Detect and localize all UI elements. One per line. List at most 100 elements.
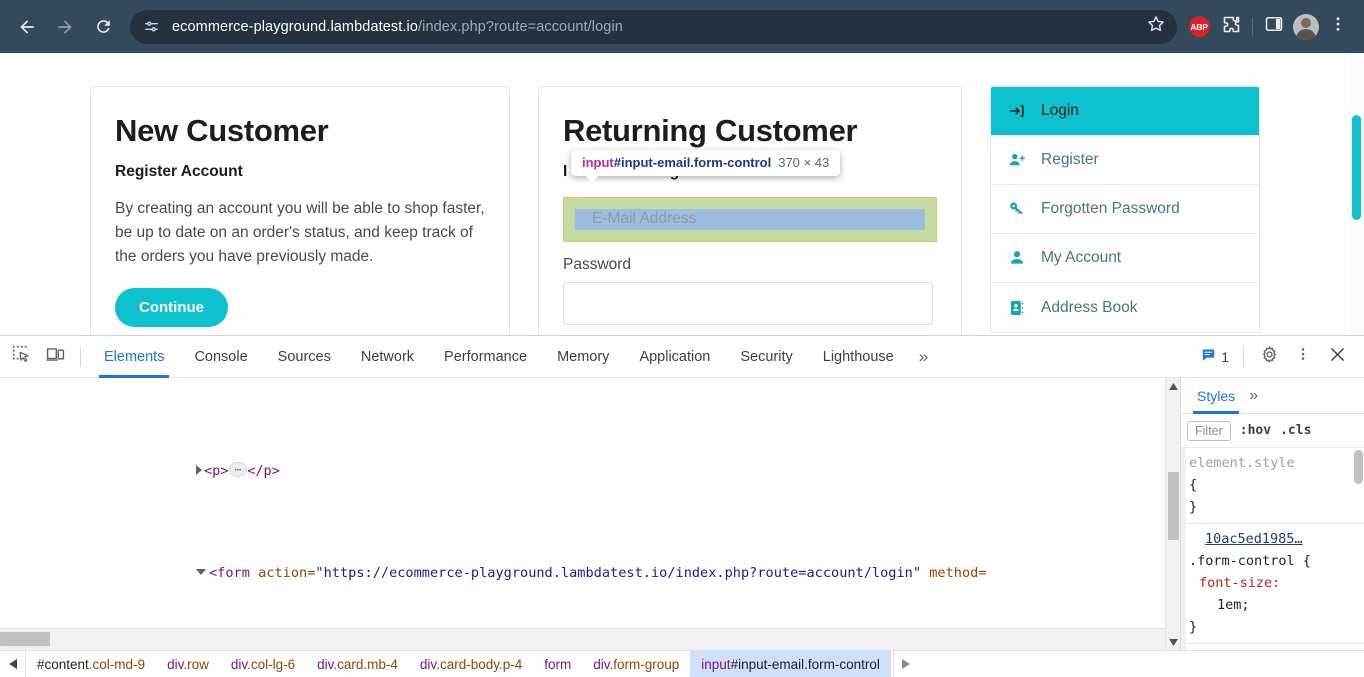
- breadcrumb-item-content[interactable]: #content.col-md-9: [26, 651, 156, 677]
- style-close-brace: }: [1189, 496, 1356, 518]
- back-button[interactable]: [10, 10, 44, 44]
- tab-network[interactable]: Network: [346, 336, 429, 378]
- style-source-link[interactable]: 10ac5ed1985…: [1189, 528, 1356, 550]
- sidebar-label-my-account: My Account: [1041, 249, 1121, 267]
- returning-customer-card: Returning Customer I am a returning cust…: [538, 86, 962, 335]
- devtools-more-button[interactable]: [1286, 342, 1320, 372]
- password-input[interactable]: [563, 282, 933, 325]
- tab-styles[interactable]: Styles: [1189, 378, 1243, 414]
- address-bar[interactable]: ecommerce-playground.lambdatest.io/index…: [130, 10, 1177, 44]
- side-panel-icon: [1264, 14, 1284, 39]
- collapsed-content-icon[interactable]: ⋯: [229, 462, 248, 477]
- tab-memory[interactable]: Memory: [542, 336, 624, 378]
- dom-tree-scroll: <p>⋯</p> <form action="https://ecommerce…: [0, 378, 1165, 628]
- reload-icon: [94, 17, 113, 36]
- tab-elements[interactable]: Elements: [89, 336, 179, 378]
- inspector-tooltip: input#input-email.form-control370 × 43: [571, 150, 840, 176]
- breadcrumb-item-col-lg-6[interactable]: div.col-lg-6: [220, 651, 306, 677]
- breadcrumb-item-row[interactable]: div.row: [156, 651, 220, 677]
- register-account-subtitle: Register Account: [115, 163, 485, 181]
- styles-pane: Styles » Filter :hov .cls element.style …: [1180, 378, 1364, 650]
- style-rule-next[interactable]: 10ac5ed1985…: [1181, 644, 1364, 650]
- extensions-button[interactable]: [1215, 11, 1247, 43]
- dom-hscroll-thumb[interactable]: [0, 632, 50, 646]
- hover-state-toggle[interactable]: :hov: [1240, 423, 1271, 438]
- inspect-element-button[interactable]: [4, 342, 38, 372]
- breadcrumb-item-card[interactable]: div.card.mb-4: [306, 651, 409, 677]
- dom-line-p[interactable]: <p>⋯</p>: [0, 459, 1165, 485]
- dom-vscroll-thumb[interactable]: [1168, 472, 1179, 540]
- console-message-icon: [1201, 347, 1216, 367]
- browser-menu-button[interactable]: [1322, 11, 1354, 43]
- email-input[interactable]: E-Mail Address: [575, 209, 925, 230]
- sidebar-item-forgotten-password[interactable]: Forgotten Password: [991, 185, 1259, 234]
- styles-filter-input[interactable]: Filter: [1187, 421, 1231, 441]
- scroll-up-arrow-icon[interactable]: [1166, 378, 1181, 394]
- page-title: New Customer: [115, 113, 485, 149]
- style-rule-element[interactable]: element.style { }: [1181, 448, 1364, 524]
- breadcrumb-item-form-group[interactable]: div.form-group: [582, 651, 690, 677]
- inspect-element-icon: [12, 345, 31, 369]
- forward-arrow-icon: [55, 17, 75, 37]
- style-prop-font-size[interactable]: font-size:: [1189, 572, 1356, 594]
- dom-horizontal-scrollbar[interactable]: [0, 628, 1165, 650]
- continue-button[interactable]: Continue: [115, 288, 228, 327]
- tab-sources[interactable]: Sources: [263, 336, 346, 378]
- tab-console[interactable]: Console: [179, 336, 262, 378]
- breadcrumb-scroll-left[interactable]: [0, 651, 26, 677]
- profile-button[interactable]: [1290, 11, 1322, 43]
- style-source-link-2[interactable]: 10ac5ed1985…: [1189, 648, 1356, 650]
- sidebar-item-address-book[interactable]: Address Book: [991, 283, 1259, 332]
- style-selector-form-control[interactable]: .form-control {: [1189, 550, 1356, 572]
- returning-customer-title: Returning Customer: [563, 113, 937, 149]
- style-rule-form-control[interactable]: 10ac5ed1985… .form-control { font-size: …: [1181, 524, 1364, 644]
- tab-security[interactable]: Security: [725, 336, 807, 378]
- three-dot-menu-icon: [1329, 15, 1347, 38]
- site-settings-icon[interactable]: [138, 14, 164, 40]
- new-customer-body: New Customer Register Account By creatin…: [91, 87, 509, 335]
- side-panel-button[interactable]: [1258, 11, 1290, 43]
- address-book-icon: [1008, 299, 1030, 317]
- styles-scrollbar-thumb[interactable]: [1354, 450, 1363, 484]
- tabbar-divider-2: [1243, 347, 1244, 367]
- extensions-puzzle-icon: [1221, 14, 1242, 40]
- page-scrollbar-thumb[interactable]: [1352, 115, 1361, 220]
- styles-more-tabs-icon[interactable]: »: [1249, 387, 1258, 405]
- tab-lighthouse[interactable]: Lighthouse: [808, 336, 909, 378]
- tabbar-divider: [80, 347, 81, 367]
- forward-button[interactable]: [48, 10, 82, 44]
- sidebar-item-register[interactable]: Register: [991, 136, 1259, 185]
- console-message-count[interactable]: 1: [1201, 347, 1229, 367]
- breadcrumb-item-input-email[interactable]: input#input-email.form-control: [690, 651, 891, 677]
- devtools-settings-button[interactable]: [1252, 342, 1286, 372]
- breadcrumb-item-card-body[interactable]: div.card-body.p-4: [409, 651, 533, 677]
- email-input-placeholder: E-Mail Address: [592, 210, 696, 228]
- dom-line-form[interactable]: <form action="https://ecommerce-playgrou…: [0, 561, 1165, 587]
- bookmark-star-icon: [1146, 14, 1166, 39]
- more-tabs-icon[interactable]: »: [909, 347, 938, 367]
- dom-vertical-scrollbar[interactable]: [1165, 378, 1180, 650]
- breadcrumb: #content.col-md-9 div.row div.col-lg-6 d…: [0, 650, 1364, 677]
- sidebar-item-login[interactable]: Login: [991, 87, 1259, 136]
- devtools-close-button[interactable]: [1320, 342, 1354, 372]
- reload-button[interactable]: [86, 10, 120, 44]
- sidebar-item-my-account[interactable]: My Account: [991, 234, 1259, 283]
- page-scrollbar[interactable]: [1350, 53, 1364, 335]
- bookmark-button[interactable]: [1141, 12, 1171, 42]
- breadcrumb-scroll-right[interactable]: [893, 651, 919, 677]
- user-icon: [1008, 249, 1030, 267]
- breadcrumb-item-form[interactable]: form: [533, 651, 582, 677]
- styles-tabbar: Styles »: [1181, 378, 1364, 414]
- collapse-triangle-icon[interactable]: [196, 569, 206, 575]
- expand-triangle-icon[interactable]: [196, 465, 202, 475]
- user-plus-icon: [1008, 151, 1030, 169]
- adblock-plus-button[interactable]: ABP: [1183, 11, 1215, 43]
- tab-performance[interactable]: Performance: [429, 336, 542, 378]
- devtools-tabbar-right: 1: [1201, 342, 1360, 372]
- device-toolbar-button[interactable]: [38, 342, 72, 372]
- class-toggle[interactable]: .cls: [1280, 423, 1311, 438]
- tooltip-tag: input: [582, 155, 614, 170]
- tab-application[interactable]: Application: [624, 336, 725, 378]
- style-val-font-size[interactable]: 1em;: [1189, 594, 1356, 616]
- scroll-down-arrow-icon[interactable]: [1166, 634, 1181, 650]
